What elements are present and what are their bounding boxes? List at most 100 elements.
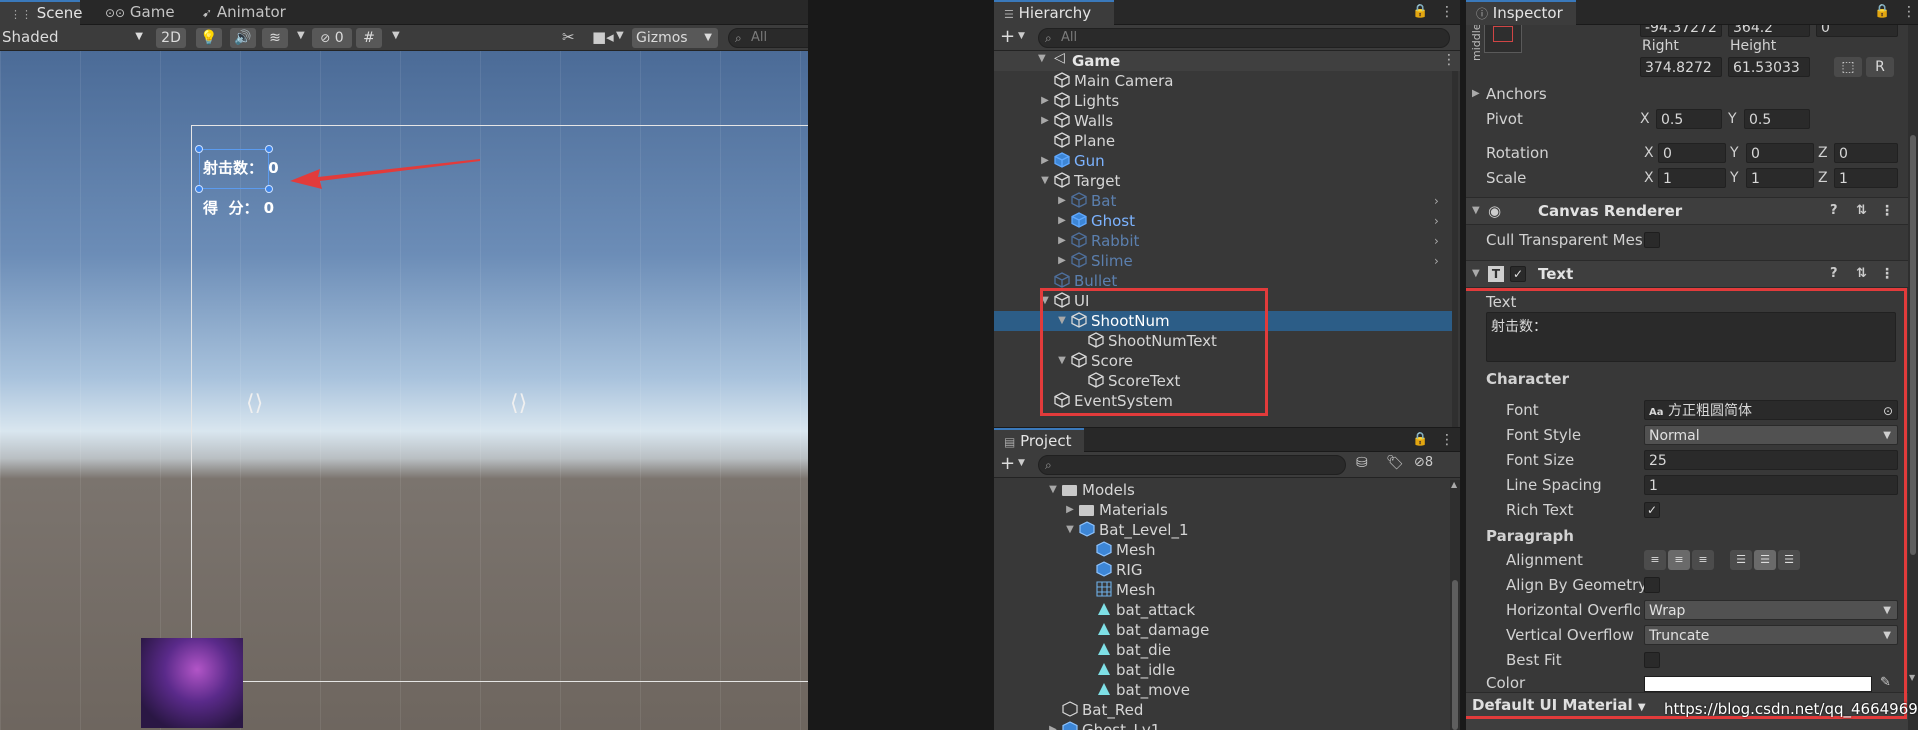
effects-dropdown-icon[interactable]: ▼ (297, 30, 305, 41)
collapsed-arrow-icon[interactable]: ▶ (1047, 720, 1059, 730)
project-item[interactable]: bat_damage (994, 620, 1450, 640)
project-item[interactable]: bat_move (994, 680, 1450, 700)
collapsed-arrow-icon[interactable]: ▶ (1056, 231, 1068, 251)
preset-icon[interactable]: ⇅ (1856, 261, 1867, 287)
rotation-y-field[interactable]: 0 (1746, 143, 1814, 163)
text-component-header[interactable]: ▼ T ✓ Text ? ⇅ ⋮ (1466, 260, 1908, 288)
filter-type-icon[interactable]: ⛁ (1356, 455, 1368, 471)
collapsed-arrow-icon[interactable]: ▶ (1056, 211, 1068, 231)
anchor-preset-icon[interactable] (1484, 25, 1522, 53)
preset-icon[interactable]: ⇅ (1856, 198, 1867, 224)
handle[interactable] (265, 185, 273, 193)
hierarchy-item[interactable]: Plane (994, 131, 1452, 151)
project-item[interactable]: ▼ Bat_Level_1 (994, 520, 1450, 540)
project-scrollbar[interactable]: ▲ (1450, 480, 1460, 730)
scene-header-row[interactable]: ▼ ◁ Game ⋮ (994, 50, 1460, 71)
anchors-row[interactable]: ▶ Anchors (1466, 82, 1908, 106)
grid-dropdown-icon[interactable]: ▼ (392, 30, 400, 41)
toggle-2d-button[interactable]: 2D (156, 28, 186, 48)
hierarchy-item[interactable]: ▶ Gun (994, 151, 1452, 171)
scroll-thumb[interactable] (1910, 135, 1916, 555)
collapsed-arrow-icon[interactable]: ▶ (1056, 251, 1068, 271)
expand-arrow-icon[interactable]: ▼ (1038, 53, 1046, 64)
hierarchy-item[interactable]: Main Camera (994, 71, 1452, 91)
scroll-up-icon[interactable]: ▲ (1451, 480, 1457, 489)
more-menu-icon[interactable]: ⋮ (1880, 198, 1894, 224)
tab-game[interactable]: ⊙⊙ Game (95, 0, 185, 25)
tools-icon[interactable]: ✂ (562, 28, 575, 46)
pos-z-field[interactable]: 0 (1816, 25, 1898, 37)
project-item[interactable]: Bat_Red (994, 700, 1450, 720)
cull-transparent-checkbox[interactable] (1644, 232, 1660, 248)
hierarchy-item[interactable]: ▶ Ghost › (994, 211, 1452, 231)
scroll-down-icon[interactable]: ▼ (1909, 673, 1915, 682)
chevron-right-icon[interactable]: › (1434, 231, 1439, 251)
hierarchy-item[interactable]: ▶ Walls (994, 111, 1452, 131)
rotation-x-field[interactable]: 0 (1658, 143, 1726, 163)
lock-icon[interactable]: 🔒 (1412, 4, 1428, 19)
hidden-packages-icon[interactable]: ⊘8 (1414, 455, 1433, 470)
scale-x-field[interactable]: 1 (1658, 168, 1726, 188)
add-icon[interactable]: + (1000, 26, 1015, 47)
project-item[interactable]: Mesh (994, 540, 1450, 560)
lighting-icon[interactable]: 💡 (196, 28, 222, 48)
filter-label-icon[interactable]: 🏷 (1386, 455, 1404, 471)
tab-hierarchy[interactable]: ☰ Hierarchy (994, 0, 1114, 25)
hierarchy-item[interactable]: ▶ Rabbit › (994, 231, 1452, 251)
light-gizmo-icon[interactable]: ⟨⟩ (510, 391, 527, 416)
scene-viewport[interactable]: 射击数： 0 得 分： 0 ⟨⟩ ⟨⟩ (0, 51, 808, 730)
more-menu-icon[interactable]: ⋮ (1880, 261, 1894, 287)
canvas-renderer-header[interactable]: ▼ ◉ Canvas Renderer ? ⇅ ⋮ (1466, 197, 1908, 225)
project-item[interactable]: ▶ Materials (994, 500, 1450, 520)
chevron-right-icon[interactable]: › (1434, 251, 1439, 271)
pos-x-field[interactable]: -94.37272 (1640, 25, 1722, 37)
collapsed-arrow-icon[interactable]: ▶ (1056, 191, 1068, 211)
help-icon[interactable]: ? (1830, 198, 1838, 224)
expanded-arrow-icon[interactable]: ▼ (1047, 480, 1059, 500)
project-item[interactable]: ▶ Ghost_Lv1 (994, 720, 1450, 730)
hierarchy-item[interactable]: ▶ Slime › (994, 251, 1452, 271)
scale-y-field[interactable]: 1 (1746, 168, 1814, 188)
add-icon[interactable]: + (1000, 453, 1015, 474)
pos-y-field[interactable]: 364.2 (1728, 25, 1810, 37)
chevron-right-icon[interactable]: › (1434, 191, 1439, 211)
expanded-arrow-icon[interactable]: ▼ (1039, 171, 1051, 191)
collapsed-arrow-icon[interactable]: ▶ (1039, 91, 1051, 111)
chevron-down-icon[interactable]: ▼ (1018, 31, 1025, 41)
pivot-y-field[interactable]: 0.5 (1744, 109, 1810, 129)
camera-dropdown-icon[interactable]: ▼ (616, 30, 624, 41)
scene-search-input[interactable]: ⌕ All (728, 28, 808, 48)
scale-z-field[interactable]: 1 (1834, 168, 1898, 188)
project-item[interactable]: Mesh (994, 580, 1450, 600)
chevron-right-icon[interactable]: › (1434, 211, 1439, 231)
scroll-thumb[interactable] (1452, 580, 1458, 730)
panel-divider[interactable] (808, 0, 814, 730)
more-menu-icon[interactable]: ⋮ (1440, 432, 1454, 448)
hierarchy-item[interactable]: ▶ Lights (994, 91, 1452, 111)
tab-animator[interactable]: ➹ Animator (192, 0, 296, 25)
effects-icon[interactable]: ≋ (262, 28, 288, 48)
project-item[interactable]: ▼ Models (994, 480, 1450, 500)
handle[interactable] (195, 185, 203, 193)
project-item[interactable]: bat_die (994, 640, 1450, 660)
collapsed-arrow-icon[interactable]: ▶ (1039, 111, 1051, 131)
gizmos-dropdown[interactable]: Gizmos ▼ (632, 28, 718, 48)
enabled-checkbox[interactable]: ✓ (1510, 266, 1526, 282)
audio-icon[interactable]: 🔊 (230, 28, 256, 48)
hierarchy-item[interactable]: ▶ Bat › (994, 191, 1452, 211)
blueprint-mode-icon[interactable]: ⬚ (1834, 57, 1862, 77)
inspector-scrollbar[interactable]: ▼ (1908, 25, 1918, 730)
raw-edit-button[interactable]: R (1866, 57, 1894, 77)
expanded-arrow-icon[interactable]: ▼ (1064, 520, 1076, 540)
light-gizmo-icon[interactable]: ⟨⟩ (246, 391, 263, 416)
camera-icon[interactable]: ■◂ (592, 28, 614, 46)
height-field[interactable]: 61.53033 (1728, 57, 1810, 77)
project-item[interactable]: bat_attack (994, 600, 1450, 620)
shading-dropdown[interactable]: Shaded ▼ (2, 27, 147, 47)
handle[interactable] (265, 145, 273, 153)
collapsed-arrow-icon[interactable]: ▶ (1039, 151, 1051, 171)
chevron-down-icon[interactable]: ▼ (1018, 458, 1025, 468)
hierarchy-scrollbar[interactable] (1452, 71, 1458, 427)
rotation-z-field[interactable]: 0 (1834, 143, 1898, 163)
tab-scene[interactable]: ⋮⋮ Scene (0, 0, 83, 25)
